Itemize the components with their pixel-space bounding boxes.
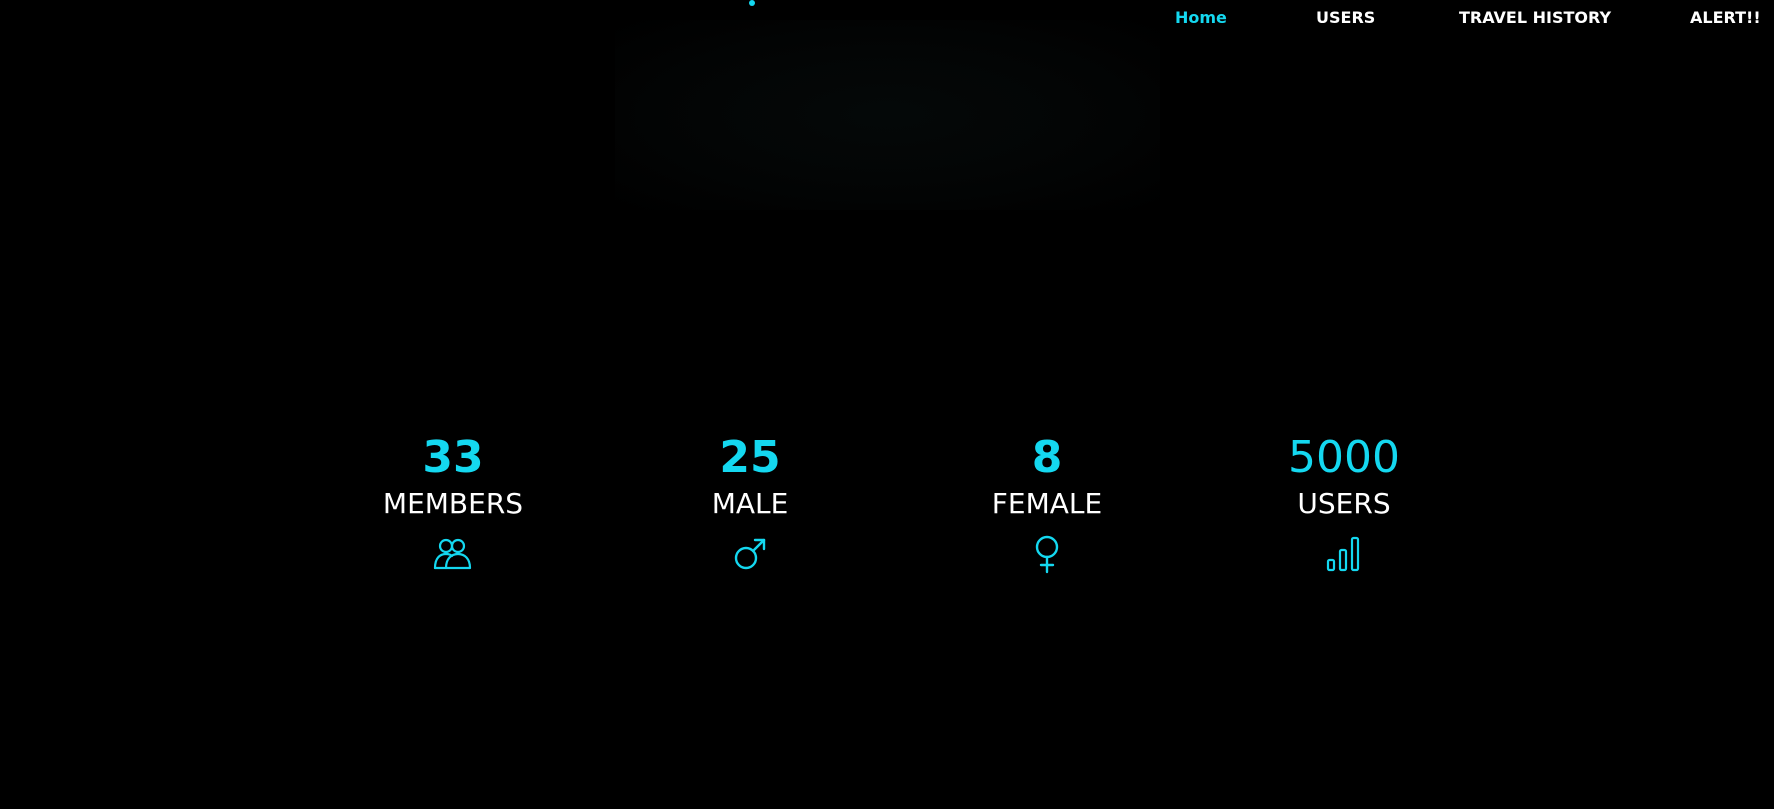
stat-female-value: 8	[1031, 432, 1063, 483]
stat-users: 5000 USERS	[1234, 432, 1454, 576]
page: Home USERS TRAVEL HISTORY ALERT!! 33 MEM…	[0, 0, 1774, 809]
nav-alert-link[interactable]: ALERT!!	[1690, 8, 1761, 27]
female-icon	[1025, 532, 1069, 576]
bar-chart-icon	[1322, 532, 1366, 576]
navbar: Home USERS TRAVEL HISTORY ALERT!!	[0, 0, 1774, 36]
stat-male-value: 25	[719, 432, 781, 483]
nav-travel-history-link[interactable]: TRAVEL HISTORY	[1459, 8, 1611, 27]
stat-male-label: MALE	[711, 487, 789, 520]
stat-female-label: FEMALE	[991, 487, 1103, 520]
stat-members-value: 33	[422, 432, 484, 483]
nav-users-link[interactable]: USERS	[1316, 8, 1375, 27]
stat-users-value: 5000	[1288, 432, 1400, 483]
stat-members-label: MEMBERS	[382, 487, 524, 520]
male-icon	[728, 532, 772, 576]
stat-male: 25 MALE	[640, 432, 860, 576]
stat-female: 8 FEMALE	[937, 432, 1157, 576]
nav-home-link[interactable]: Home	[1175, 8, 1227, 27]
stat-members: 33 MEMBERS	[343, 432, 563, 576]
hero-background	[615, 20, 1160, 210]
stat-users-label: USERS	[1297, 487, 1391, 520]
members-icon	[431, 532, 475, 576]
